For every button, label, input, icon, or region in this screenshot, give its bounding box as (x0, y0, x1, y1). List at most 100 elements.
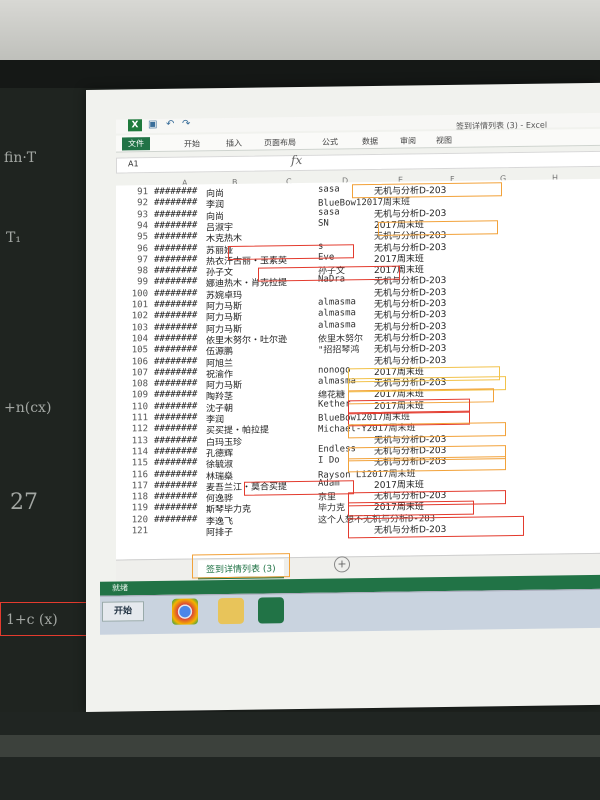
tab-page-layout[interactable]: 页面布局 (264, 137, 296, 148)
row-number[interactable]: 121 (128, 526, 148, 536)
cell-date[interactable]: ######## (154, 435, 197, 446)
cell-nickname[interactable]: Kether (318, 399, 351, 409)
cell-date[interactable]: ######## (154, 277, 197, 288)
cell-date[interactable]: ######## (154, 209, 197, 220)
row-number[interactable]: 115 (128, 458, 148, 468)
cell-date[interactable]: ######## (154, 198, 197, 209)
cell-nickname[interactable]: Adam (318, 478, 340, 488)
cell-date[interactable]: ######## (154, 390, 197, 401)
cell-date[interactable]: ######## (154, 458, 197, 469)
cell-nickname[interactable]: Endless (318, 444, 356, 455)
cell-date[interactable]: ######## (154, 469, 197, 480)
cell-date[interactable]: ######## (154, 299, 197, 310)
row-number[interactable]: 104 (128, 334, 148, 344)
row-number[interactable]: 110 (128, 402, 148, 412)
cell-date[interactable]: ######## (154, 412, 197, 423)
tab-file[interactable]: 文件 (122, 137, 150, 151)
cell-date[interactable]: ######## (154, 243, 197, 254)
redo-icon[interactable]: ↷ (182, 119, 190, 130)
cell-nickname[interactable]: almasma (318, 309, 356, 320)
row-number[interactable]: 92 (128, 198, 148, 208)
row-number[interactable]: 119 (128, 504, 148, 514)
cell-date[interactable]: ######## (154, 503, 197, 514)
cell-nickname[interactable]: s (318, 241, 323, 251)
start-button[interactable]: 开始 (102, 601, 144, 622)
row-number[interactable]: 101 (128, 300, 148, 310)
row-number[interactable]: 111 (128, 413, 148, 423)
cell-nickname[interactable]: nonogo (318, 365, 351, 375)
cell-name[interactable]: 阿排子 (206, 525, 233, 538)
row-number[interactable]: 109 (128, 391, 148, 401)
row-number[interactable]: 112 (128, 424, 148, 434)
row-number[interactable]: 113 (128, 436, 148, 446)
row-number[interactable]: 118 (128, 492, 148, 502)
cell-nickname[interactable]: SN (318, 218, 329, 228)
cell-date[interactable]: ######## (154, 220, 197, 231)
cell-nickname[interactable]: almasma (318, 376, 356, 387)
cell-date[interactable]: ######## (154, 480, 197, 491)
save-icon[interactable]: ▣ (148, 119, 157, 130)
cell-date[interactable]: ######## (154, 266, 197, 277)
cell-date[interactable]: ######## (154, 186, 197, 197)
cell-nickname[interactable]: NaDra (318, 275, 345, 285)
cell-nickname[interactable]: almasma (318, 297, 356, 308)
spreadsheet-grid[interactable]: 91 ######## 向尚 sasa 无机与分析D-203 92 ######## 李润 Bl… (116, 178, 600, 560)
cell-date[interactable]: ######## (154, 232, 197, 243)
formula-bar[interactable] (116, 150, 600, 174)
file-explorer-icon[interactable] (218, 597, 244, 625)
row-number[interactable]: 108 (128, 379, 148, 389)
row-number[interactable]: 97 (128, 255, 148, 265)
cell-date[interactable]: ######## (154, 356, 197, 367)
cell-nickname[interactable]: Eve (318, 252, 334, 262)
cell-nickname[interactable]: I Do (318, 456, 340, 466)
cell-date[interactable]: ######## (154, 401, 197, 412)
chalk-writing: fin·T (4, 150, 37, 166)
tab-data[interactable]: 数据 (362, 136, 378, 147)
row-number[interactable]: 117 (128, 481, 148, 491)
cell-date[interactable]: ######## (154, 492, 197, 503)
cell-nickname[interactable]: sasa (318, 184, 340, 194)
chalk-writing: +n(cx) (4, 400, 52, 416)
undo-icon[interactable]: ↶ (166, 119, 174, 130)
cell-date[interactable]: ######## (154, 345, 197, 356)
row-number[interactable]: 107 (128, 368, 148, 378)
row-number[interactable]: 100 (128, 289, 148, 299)
excel-taskbar-icon[interactable] (258, 597, 284, 624)
sheet-tab-active[interactable]: 签到详情列表 (3) (198, 559, 284, 580)
cell-date[interactable]: ######## (154, 254, 197, 265)
cell-date[interactable]: ######## (154, 311, 197, 322)
name-box[interactable]: A1 (128, 159, 139, 168)
cell-date[interactable]: ######## (154, 424, 197, 435)
row-number[interactable]: 93 (128, 210, 148, 220)
fx-icon[interactable]: fx (291, 153, 302, 167)
cell-date[interactable]: ######## (154, 367, 197, 378)
row-number[interactable]: 91 (128, 187, 148, 197)
row-number[interactable]: 105 (128, 345, 148, 355)
row-number[interactable]: 95 (128, 232, 148, 242)
row-number[interactable]: 94 (128, 221, 148, 231)
row-number[interactable]: 98 (128, 266, 148, 276)
tab-review[interactable]: 审阅 (400, 135, 416, 146)
cell-class[interactable]: 无机与分析D-203 (374, 522, 446, 536)
row-number[interactable]: 103 (128, 323, 148, 333)
cell-date[interactable]: ######## (154, 333, 197, 344)
cell-nickname[interactable]: sasa (318, 207, 340, 217)
row-number[interactable]: 99 (128, 278, 148, 288)
cell-date[interactable]: ######## (154, 514, 197, 525)
row-number[interactable]: 114 (128, 447, 148, 457)
cell-date[interactable]: ######## (154, 446, 197, 457)
row-number[interactable]: 120 (128, 515, 148, 525)
tab-formulas[interactable]: 公式 (322, 136, 338, 147)
cell-date[interactable]: ######## (154, 322, 197, 333)
cell-date[interactable]: ######## (154, 288, 197, 299)
row-number[interactable]: 116 (128, 470, 148, 480)
cell-nickname[interactable]: almasma (318, 320, 356, 331)
row-number[interactable]: 102 (128, 311, 148, 321)
chrome-icon[interactable] (172, 598, 198, 625)
tab-home[interactable]: 开始 (184, 138, 200, 149)
tab-view[interactable]: 视图 (436, 135, 452, 146)
tab-insert[interactable]: 插入 (226, 138, 242, 149)
row-number[interactable]: 106 (128, 357, 148, 367)
cell-date[interactable]: ######## (154, 379, 197, 390)
row-number[interactable]: 96 (128, 244, 148, 254)
